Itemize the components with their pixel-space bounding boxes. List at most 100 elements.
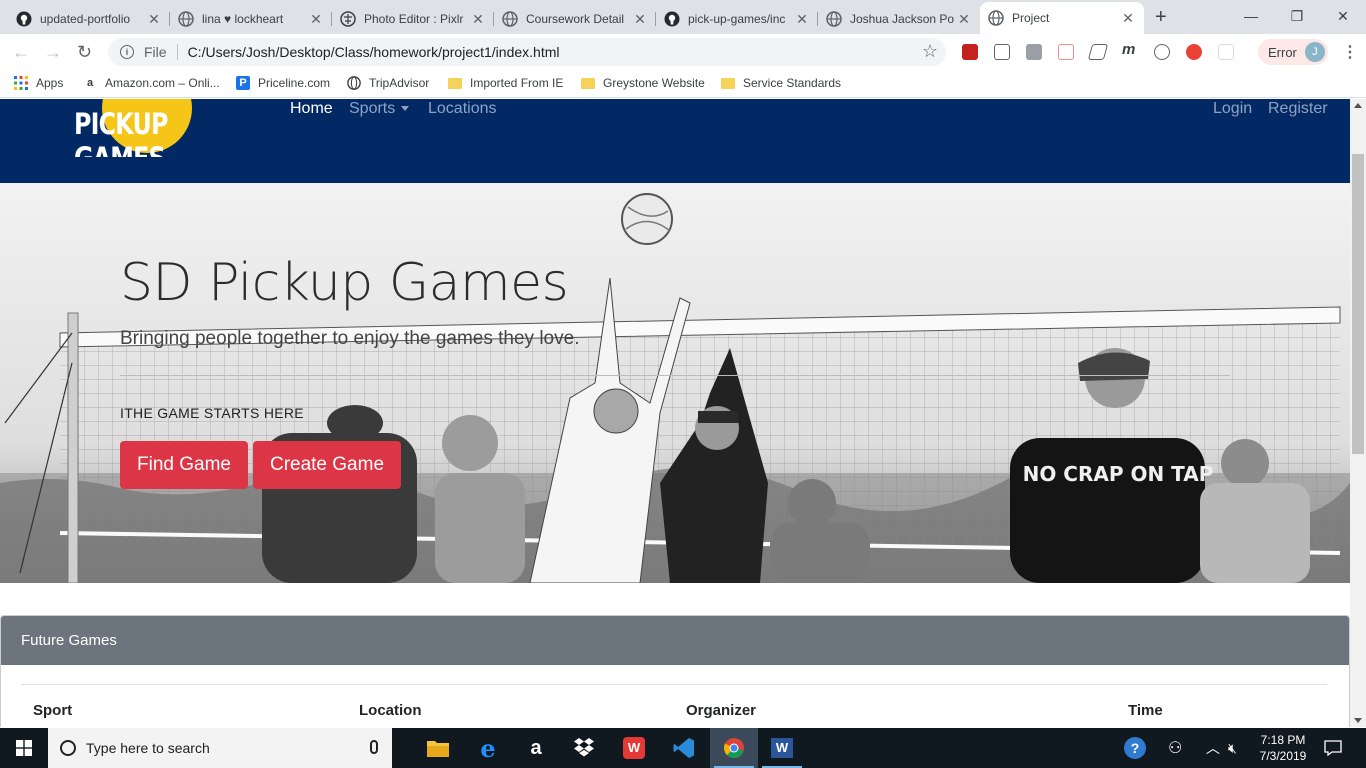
taskbar-word[interactable]: W [758,728,806,768]
nav-login[interactable]: Login [1213,100,1252,118]
find-game-button[interactable]: Find Game [120,441,248,489]
extension-icon[interactable] [994,44,1010,60]
taskbar-dropbox[interactable] [560,728,608,768]
bookmark-priceline[interactable]: P Priceline.com [236,76,330,90]
table-top-border [21,684,1327,685]
bookmark-amazon[interactable]: a Amazon.com – Onli... [83,76,220,90]
extension-icon[interactable] [1218,44,1234,60]
browser-toolbar: ← → ↻ i File C:/Users/Josh/Desktop/Class… [0,34,1366,70]
forward-arrow-icon[interactable]: → [44,42,62,63]
extension-icon[interactable] [962,44,978,60]
maximize-window-button[interactable]: ❐ [1274,0,1320,32]
extension-icon[interactable] [1154,44,1170,60]
site-navbar: PICKUP GAMES Home Sports Locations Login… [0,99,1350,183]
close-window-button[interactable]: ✕ [1320,0,1366,32]
tab-project[interactable]: Project ✕ [980,2,1144,34]
folder-icon [721,76,735,90]
more-menu-icon[interactable]: ⋮ [1342,42,1358,62]
close-tab-icon[interactable]: ✕ [632,11,648,28]
tab-lina-lockheart[interactable]: lina ♥ lockheart ✕ [170,4,332,34]
extension-icon[interactable] [1087,44,1109,60]
profile-error-pill[interactable]: Error J [1258,39,1328,65]
tab-title: pick-up-games/inc [688,12,786,26]
notifications-icon[interactable] [1324,728,1342,768]
reload-icon[interactable]: ↻ [77,42,92,63]
taskbar-wps[interactable]: W [610,728,658,768]
chrome-icon [724,738,744,758]
globe-icon [347,76,361,90]
system-clock[interactable]: 7:18 PM 7/3/2019 [1252,732,1314,764]
bookmark-folder-greystone[interactable]: Greystone Website [581,76,705,90]
extension-icon[interactable]: m [1122,41,1138,58]
address-bar[interactable]: i File C:/Users/Josh/Desktop/Class/homew… [108,38,946,66]
close-tab-icon[interactable]: ✕ [956,11,972,28]
search-placeholder: Type here to search [86,740,210,756]
taskbar-chrome[interactable] [710,728,758,768]
hero-subtitle: Bringing people together to enjoy the ga… [120,328,580,349]
hero-divider [120,375,1230,376]
new-tab-button[interactable]: + [1155,6,1167,29]
create-game-button[interactable]: Create Game [253,441,401,489]
tab-coursework[interactable]: Coursework Detail ✕ [494,4,656,34]
priceline-icon: P [236,76,250,90]
folder-icon [427,741,449,757]
taskbar-file-explorer[interactable] [414,728,462,768]
word-icon: W [771,738,793,758]
windows-taskbar: Type here to search e a W W ? ⚇ ︿ 🔇︎ 7:1… [0,728,1366,768]
wps-icon: W [623,737,645,759]
tab-title: Project [1012,11,1050,25]
help-icon[interactable]: ? [1124,728,1146,768]
bookmark-folder-imported[interactable]: Imported From IE [448,76,563,90]
github-icon [664,11,680,27]
bookmark-folder-service[interactable]: Service Standards [721,76,841,90]
close-tab-icon[interactable]: ✕ [146,11,162,28]
bookmark-apps[interactable]: Apps [14,76,63,90]
url-text[interactable]: C:/Users/Josh/Desktop/Class/homework/pro… [188,44,560,60]
column-header-organizer: Organizer [686,702,757,719]
tab-title: updated-portfolio [40,12,131,26]
info-icon[interactable]: i [120,45,134,59]
tab-pick-up-games[interactable]: pick-up-games/inc ✕ [656,4,818,34]
taskbar-amazon[interactable]: a [512,728,560,768]
extension-icon[interactable] [1186,44,1202,60]
close-tab-icon[interactable]: ✕ [308,11,324,28]
taskbar-vscode[interactable] [660,728,708,768]
scroll-up-arrow-icon[interactable] [1354,103,1362,108]
nav-locations[interactable]: Locations [428,100,497,118]
people-icon[interactable]: ⚇ [1168,728,1182,768]
shirt-text: NO CRAP ON TAP [1023,462,1214,486]
extension-icon[interactable] [1058,44,1074,60]
page-scrollbar[interactable] [1350,99,1366,727]
taskbar-search-box[interactable]: Type here to search [48,728,392,768]
volume-muted-icon[interactable]: 🔇︎ [1228,728,1237,768]
nav-sports[interactable]: Sports [349,100,410,118]
tab-title: Joshua Jackson Po [850,12,955,26]
dropbox-icon [574,738,594,757]
extension-icon[interactable] [1026,44,1042,60]
site-logo[interactable]: PICKUP GAMES [74,99,274,157]
show-hidden-icons-chevron-up-icon[interactable]: ︿ [1206,728,1220,768]
star-bookmark-icon[interactable]: ☆ [922,41,938,62]
close-tab-icon[interactable]: ✕ [794,11,810,28]
tab-pixlr[interactable]: Photo Editor : Pixlr ✕ [332,4,494,34]
bookmark-tripadvisor[interactable]: TripAdvisor [347,76,429,90]
apps-grid-icon [14,76,28,90]
nav-register[interactable]: Register [1268,100,1328,118]
close-tab-icon[interactable]: ✕ [470,11,486,28]
tab-joshua-jackson[interactable]: Joshua Jackson Po ✕ [818,4,980,34]
tab-updated-portfolio[interactable]: updated-portfolio ✕ [8,4,170,34]
back-arrow-icon[interactable]: ← [12,42,30,63]
taskbar-edge[interactable]: e [464,728,512,768]
bookmarks-bar: Apps a Amazon.com – Onli... P Priceline.… [0,70,1366,98]
scrollbar-thumb[interactable] [1352,154,1364,454]
nav-home[interactable]: Home [290,100,333,118]
vscode-icon [673,738,694,758]
scroll-down-arrow-icon[interactable] [1354,718,1362,723]
windows-start-button[interactable] [0,728,48,768]
column-header-sport: Sport [33,702,73,719]
minimize-window-button[interactable]: — [1228,0,1274,32]
clock-time: 7:18 PM [1260,733,1306,747]
close-tab-icon[interactable]: ✕ [1120,10,1136,27]
microphone-icon[interactable] [370,740,378,754]
clock-date: 7/3/2019 [1259,749,1307,763]
